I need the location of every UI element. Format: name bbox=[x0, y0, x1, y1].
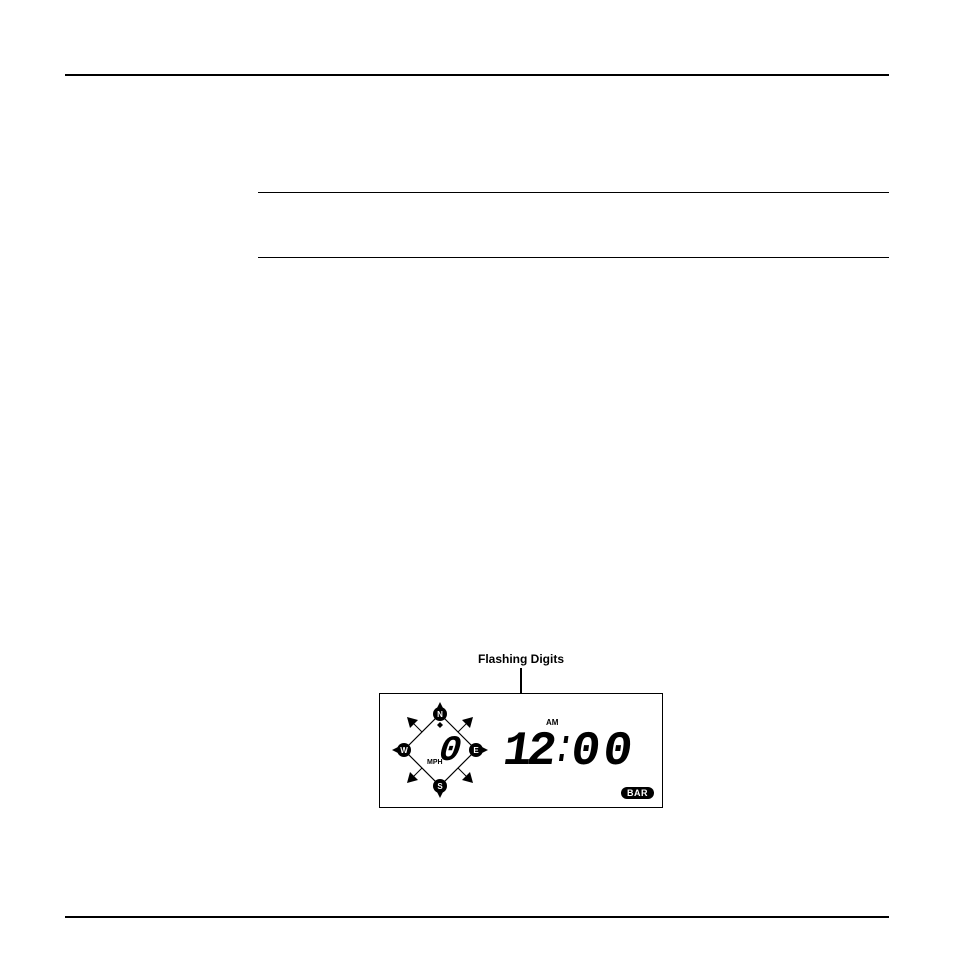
compass-s: S bbox=[437, 782, 443, 791]
lcd-frame: N E S W 0 MPH AM 1 2 bbox=[379, 693, 663, 808]
svg-text:2: 2 bbox=[523, 725, 559, 779]
compass-n: N bbox=[437, 710, 443, 719]
section-rule-2 bbox=[258, 257, 889, 258]
diagram-caption: Flashing Digits bbox=[353, 652, 689, 666]
manual-page: Flashing Digits bbox=[65, 0, 889, 954]
bar-badge: BAR bbox=[621, 787, 654, 799]
speed-unit-label: MPH bbox=[427, 759, 443, 766]
svg-text:0: 0 bbox=[567, 725, 603, 779]
compass-w: W bbox=[400, 746, 408, 755]
lcd-diagram-area: Flashing Digits bbox=[353, 652, 689, 808]
bottom-rule bbox=[65, 916, 889, 918]
top-rule bbox=[65, 74, 889, 76]
svg-text:0: 0 bbox=[599, 725, 635, 779]
section-rule-1 bbox=[258, 192, 889, 193]
pointer-line bbox=[520, 668, 521, 693]
time-digits: 1 2 0 0 bbox=[498, 718, 653, 782]
